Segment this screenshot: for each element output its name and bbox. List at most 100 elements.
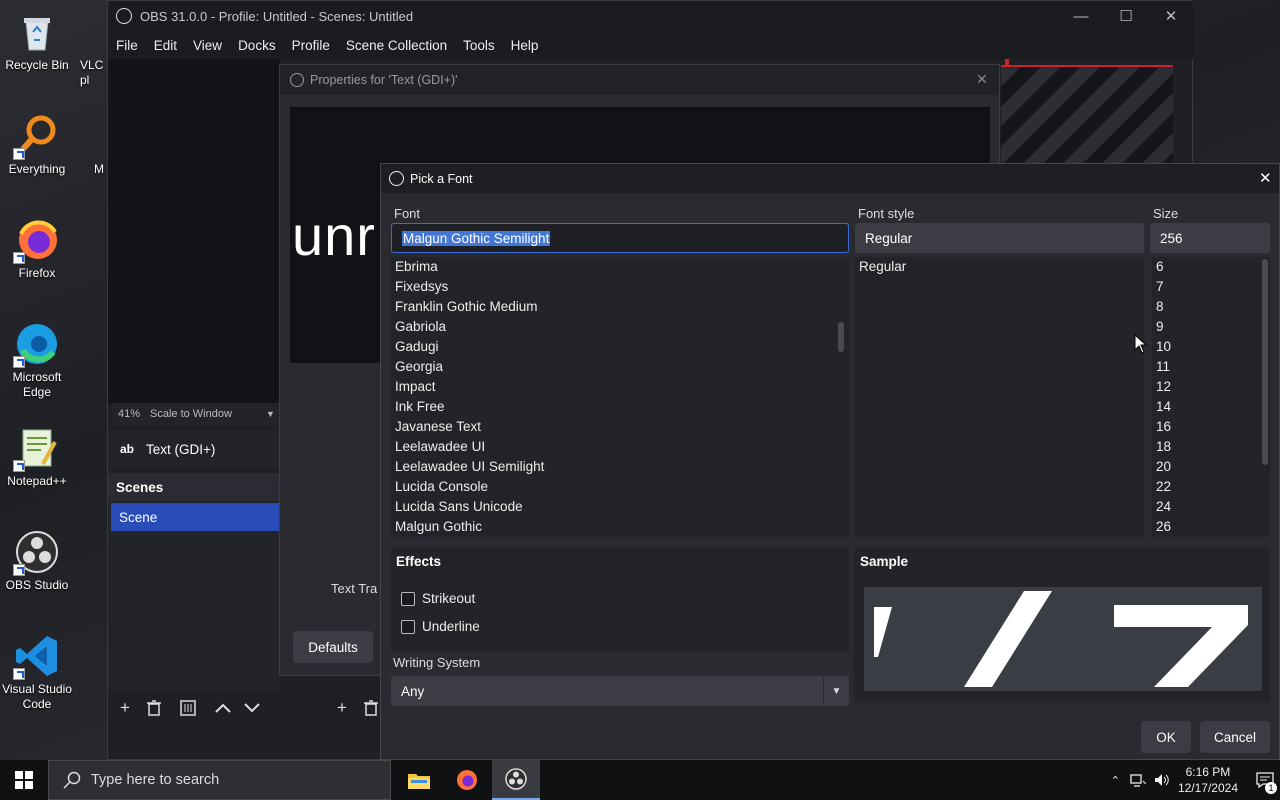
list-item[interactable]: Javanese Text [391, 417, 849, 437]
chevron-down-icon[interactable]: ▼ [823, 676, 849, 706]
size-list-scrollbar[interactable] [1262, 259, 1268, 465]
preview-area[interactable] [108, 59, 280, 404]
menu-edit[interactable]: Edit [146, 38, 185, 53]
list-item[interactable]: Leelawadee UI [391, 437, 849, 457]
add-source-icon[interactable]: + [329, 695, 355, 721]
desktop-icon-notepadpp[interactable]: Notepad++ [2, 424, 72, 489]
volume-icon[interactable] [1154, 773, 1170, 787]
desktop-icon-vscode[interactable]: Visual Studio Code [2, 632, 72, 712]
checkbox-box[interactable] [401, 591, 415, 606]
list-item[interactable]: 11 [1152, 357, 1270, 377]
list-item[interactable]: Leelawadee UI Semilight [391, 457, 849, 477]
strikeout-checkbox[interactable]: Strikeout [401, 591, 475, 606]
scale-mode-select[interactable]: Scale to Window [150, 408, 266, 420]
add-scene-icon[interactable]: + [112, 695, 138, 721]
font-style-input[interactable]: Regular [855, 223, 1144, 253]
list-item[interactable]: Regular [855, 257, 1144, 277]
notification-icon[interactable]: 1 [1250, 760, 1280, 800]
desktop-icon-partial[interactable]: M [94, 162, 104, 176]
desktop-icon-label: Visual Studio Code [2, 682, 72, 711]
list-item[interactable]: 9 [1152, 317, 1270, 337]
list-item[interactable]: Ink Free [391, 397, 849, 417]
list-item[interactable]: 24 [1152, 497, 1270, 517]
firefox-taskbar-icon[interactable] [443, 760, 491, 800]
list-item[interactable]: Georgia [391, 357, 849, 377]
list-item[interactable]: 7 [1152, 277, 1270, 297]
search-placeholder: Type here to search [91, 772, 220, 788]
list-item[interactable]: Lucida Console [391, 477, 849, 497]
font-size-list[interactable]: 6 7 8 9 10 11 12 14 16 18 20 22 24 26 [1152, 257, 1270, 537]
font-sample-preview [864, 587, 1262, 691]
menu-help[interactable]: Help [503, 38, 547, 53]
taskbar-clock[interactable]: 6:16 PM 12/17/2024 [1178, 764, 1238, 796]
desktop-icon-recycle-bin[interactable]: Recycle Bin [2, 8, 72, 73]
list-item[interactable]: 20 [1152, 457, 1270, 477]
scenes-dock-title: Scenes [108, 473, 280, 501]
close-icon[interactable]: ✕ [976, 71, 988, 88]
move-down-icon[interactable] [239, 695, 265, 721]
desktop-icon-firefox[interactable]: Firefox [2, 216, 72, 281]
list-item[interactable]: 14 [1152, 397, 1270, 417]
move-up-icon[interactable] [210, 695, 236, 721]
mouse-cursor-icon [1134, 334, 1148, 354]
obs-window-title: OBS 31.0.0 - Profile: Untitled - Scenes:… [140, 8, 414, 24]
font-name-input[interactable]: Malgun Gothic Semilight [391, 223, 849, 253]
desktop-icon-obs[interactable]: OBS Studio [2, 528, 72, 593]
source-item[interactable]: ab Text (GDI+) [108, 429, 280, 469]
list-item[interactable]: Impact [391, 377, 849, 397]
windows-start-icon[interactable] [0, 760, 48, 800]
obs-titlebar: OBS 31.0.0 - Profile: Untitled - Scenes:… [108, 1, 1194, 31]
maximize-icon[interactable]: ☐ [1103, 1, 1149, 31]
list-item[interactable]: 18 [1152, 437, 1270, 457]
defaults-button[interactable]: Defaults [293, 631, 373, 663]
text-source-icon: ab [120, 442, 135, 456]
remove-scene-icon[interactable] [141, 695, 167, 721]
underline-checkbox[interactable]: Underline [401, 619, 480, 634]
list-item[interactable]: Fixedsys [391, 277, 849, 297]
list-item[interactable]: Ebrima [391, 257, 849, 277]
list-item[interactable]: 26 [1152, 517, 1270, 537]
list-item[interactable]: Franklin Gothic Medium [391, 297, 849, 317]
font-size-input[interactable]: 256 [1150, 223, 1270, 253]
desktop-icon-everything[interactable]: Everything [2, 112, 72, 177]
list-item[interactable]: 12 [1152, 377, 1270, 397]
writing-system-select[interactable]: Any ▼ [391, 676, 849, 706]
list-item[interactable]: 10 [1152, 337, 1270, 357]
checkbox-box[interactable] [401, 619, 415, 634]
menu-tools[interactable]: Tools [455, 38, 503, 53]
list-item[interactable]: Malgun Gothic [391, 517, 849, 537]
network-icon[interactable] [1130, 773, 1146, 787]
font-list[interactable]: Ebrima Fixedsys Franklin Gothic Medium G… [391, 257, 849, 537]
list-item[interactable]: Gadugi [391, 337, 849, 357]
menu-scene-collection[interactable]: Scene Collection [338, 38, 455, 53]
menu-view[interactable]: View [185, 38, 230, 53]
list-item[interactable]: 22 [1152, 477, 1270, 497]
desktop-icon-edge[interactable]: Microsoft Edge [2, 320, 72, 400]
font-style-list[interactable]: Regular [855, 257, 1144, 537]
scene-filters-icon[interactable] [175, 695, 201, 721]
cancel-button[interactable]: Cancel [1200, 721, 1270, 753]
font-list-scrollbar[interactable] [838, 322, 844, 352]
list-item[interactable]: Gabriola [391, 317, 849, 337]
ok-button[interactable]: OK [1141, 721, 1191, 753]
close-icon[interactable]: ✕ [1259, 169, 1272, 187]
close-icon[interactable]: ✕ [1148, 1, 1194, 31]
list-item[interactable]: 8 [1152, 297, 1270, 317]
file-explorer-icon[interactable] [395, 760, 443, 800]
chevron-up-icon[interactable]: ⌃ [1111, 774, 1120, 787]
clock-time: 6:16 PM [1185, 765, 1231, 779]
chevron-down-icon[interactable]: ▼ [266, 409, 275, 419]
desktop-icon-vlc-partial[interactable]: VLC pl [80, 58, 103, 88]
obs-icon [13, 528, 61, 576]
scene-list-item[interactable]: Scene [111, 503, 280, 531]
minimize-icon[interactable]: — [1058, 1, 1104, 31]
obs-taskbar-icon[interactable] [492, 760, 540, 800]
edge-icon [13, 320, 61, 368]
list-item[interactable]: Lucida Sans Unicode [391, 497, 849, 517]
menu-profile[interactable]: Profile [284, 38, 338, 53]
list-item[interactable]: 16 [1152, 417, 1270, 437]
menu-file[interactable]: File [108, 38, 146, 53]
menu-docks[interactable]: Docks [230, 38, 284, 53]
taskbar-search-box[interactable]: Type here to search [48, 760, 391, 800]
list-item[interactable]: 6 [1152, 257, 1270, 277]
